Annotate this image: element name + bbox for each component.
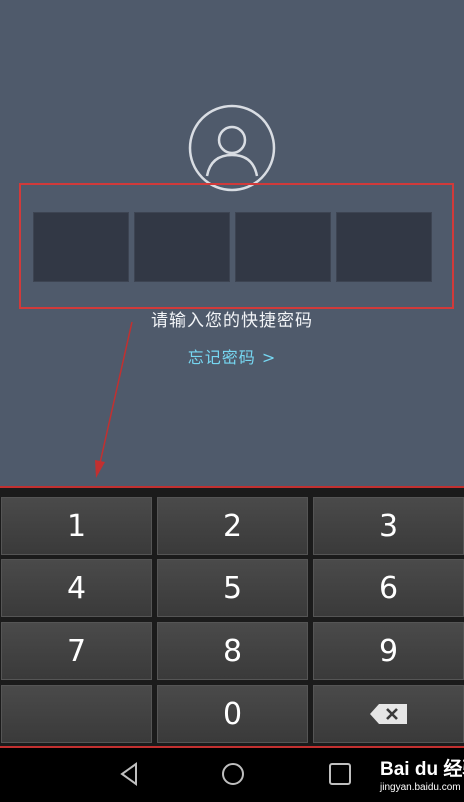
key-4[interactable]: 4 [1, 559, 152, 617]
pin-prompt: 请输入您的快捷密码 [151, 311, 313, 331]
annotation-box [19, 183, 454, 309]
watermark-url: jingyan.baidu.com [380, 782, 461, 793]
backspace-button[interactable] [313, 685, 464, 743]
key-blank [1, 685, 152, 743]
backspace-icon [369, 704, 407, 724]
key-0[interactable]: 0 [157, 685, 308, 743]
forgot-password-link[interactable]: 忘记密码 > [0, 344, 464, 368]
recent-apps-icon[interactable] [325, 759, 355, 789]
key-6[interactable]: 6 [313, 559, 464, 617]
key-2[interactable]: 2 [157, 497, 308, 555]
key-1[interactable]: 1 [1, 497, 152, 555]
lock-screen: 请输入您的快捷密码 忘记密码 > [0, 0, 464, 486]
watermark-brand: Bai du 经验 [380, 759, 464, 780]
numeric-keypad: 1 2 3 4 5 6 7 8 9 0 [0, 486, 464, 746]
watermark: Bai du 经验 jingyan.baidu.com [380, 752, 464, 800]
home-icon[interactable] [218, 759, 248, 789]
key-8[interactable]: 8 [157, 622, 308, 680]
key-3[interactable]: 3 [313, 497, 464, 555]
key-5[interactable]: 5 [157, 559, 308, 617]
key-9[interactable]: 9 [313, 622, 464, 680]
avatar-icon [188, 104, 276, 192]
key-7[interactable]: 7 [1, 622, 152, 680]
back-icon[interactable] [114, 759, 144, 789]
